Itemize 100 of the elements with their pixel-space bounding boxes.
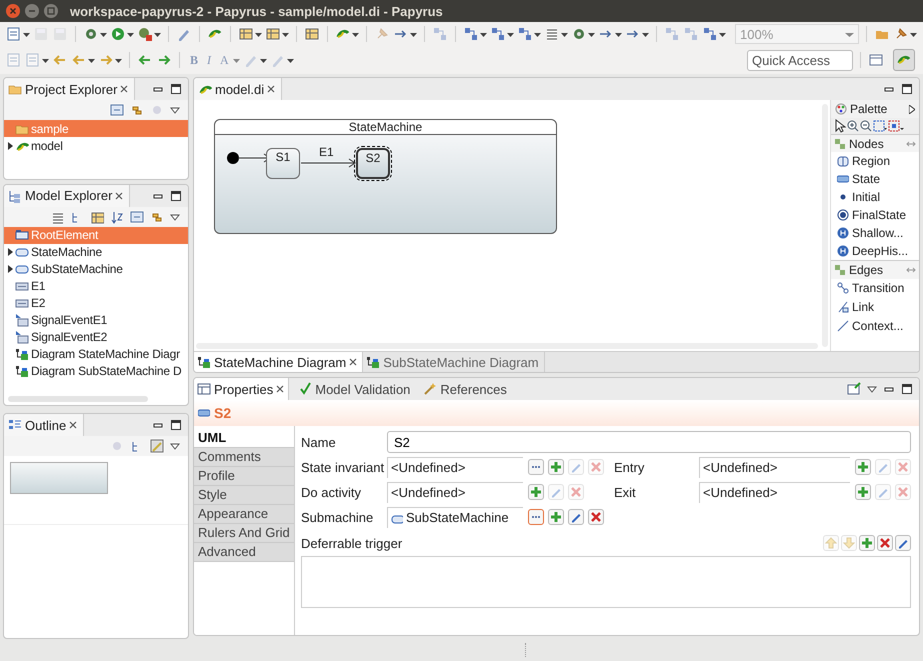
close-icon[interactable] [115,192,124,200]
collapse-icon[interactable] [130,210,144,224]
name-field[interactable]: S2 [387,431,911,453]
table-icon[interactable] [304,26,320,42]
palette-drawer[interactable]: Edges [831,261,919,279]
zoom-out-icon[interactable] [860,120,872,132]
section-tab[interactable]: Appearance [194,505,294,524]
tree-item[interactable]: SignalEventE1 [4,312,188,329]
tree-item[interactable]: model [4,137,188,154]
value-field[interactable]: SubStateMachine [387,506,523,528]
close-icon[interactable] [69,421,78,430]
menu-icon[interactable] [170,212,180,222]
delete-button[interactable] [877,535,893,551]
marquee-icon[interactable] [873,120,887,132]
plus-button[interactable] [855,484,871,500]
plus-button[interactable] [548,459,564,475]
tree-item[interactable]: Diagram SubStateMachine D [4,362,188,380]
close-icon[interactable] [6,4,20,18]
pin-view-icon[interactable] [847,382,861,396]
state-node[interactable]: S2 [356,148,390,179]
value-field[interactable]: <Undefined> [387,456,523,478]
plus-button[interactable] [528,484,544,500]
perspective-button[interactable] [893,49,915,71]
view-tab[interactable]: Project Explorer [4,78,136,100]
layout-icon[interactable] [490,26,506,42]
maximize-icon[interactable] [170,83,182,95]
sort-icon[interactable] [110,210,124,224]
run-icon[interactable] [110,26,126,42]
tree-item[interactable]: E1 [4,278,188,295]
palette-item[interactable]: DeepHis... [831,242,919,260]
section-tab[interactable]: Profile [194,467,294,486]
value-field[interactable]: <Undefined> [699,456,850,478]
maximize-icon[interactable] [901,83,913,95]
quick-access-field[interactable]: Quick Access [747,50,853,70]
close-icon[interactable] [267,85,276,93]
properties-tab[interactable]: Properties [194,378,290,400]
value-field[interactable]: <Undefined> [699,482,850,502]
table-icon[interactable] [238,26,254,42]
palette-item[interactable]: State [831,170,919,188]
gear-icon[interactable] [83,26,99,42]
section-tab[interactable]: Comments [194,448,294,467]
resize-handle[interactable] [525,643,528,657]
editor-tab[interactable]: model.di [194,78,282,100]
state-node[interactable]: S1 [266,148,300,179]
table-icon[interactable] [90,210,104,224]
properties-tab[interactable]: References [420,378,511,400]
palette-item[interactable]: Initial [831,188,919,206]
expand-arrow-icon[interactable] [909,104,915,114]
scrollbar[interactable] [8,396,148,402]
menu-icon[interactable] [170,105,180,115]
maximize-icon[interactable] [901,383,913,395]
tree-item[interactable]: SignalEventE2 [4,328,188,346]
section-tab[interactable]: Style [194,486,294,505]
maximize-icon[interactable] [170,419,182,432]
palette-item[interactable]: FinalState [831,206,919,224]
debug-icon[interactable] [137,26,153,42]
palette-item[interactable]: Shallow... [831,224,919,242]
palette-item[interactable]: Transition [831,279,919,298]
close-icon[interactable] [276,385,284,393]
plus-button[interactable] [548,509,564,525]
pencil-button[interactable] [568,509,584,525]
tree-item[interactable]: StateMachine [4,244,188,261]
tree-item[interactable]: Diagram StateMachine Diagr [4,346,188,363]
palette-item[interactable]: Link [831,298,919,316]
section-tab[interactable]: Advanced [194,543,294,562]
value-field[interactable]: <Undefined> [387,482,523,502]
table-icon[interactable] [265,26,281,42]
marquee-icon[interactable] [888,120,904,132]
document-icon[interactable] [6,26,22,42]
gear-icon[interactable] [571,26,587,42]
menu-icon[interactable] [867,384,877,394]
close-icon[interactable] [120,85,128,93]
diagram-tab[interactable]: StateMachine Diagram [194,352,364,372]
palette-item[interactable]: Region [831,152,919,170]
pointer-icon[interactable] [834,119,846,133]
palette-drawer[interactable]: Nodes [831,135,919,152]
maximize-icon[interactable] [170,190,182,202]
properties-tab[interactable]: Model Validation [295,378,414,400]
pencil-button[interactable] [895,535,911,551]
palette-item[interactable]: Context... [831,316,919,336]
view-tab[interactable]: Model Explorer [4,184,130,207]
delete-button[interactable] [588,509,604,525]
collapse-icon[interactable] [110,103,124,117]
close-icon[interactable] [349,358,358,366]
plus-button[interactable] [855,459,871,475]
section-tab[interactable]: Rulers And Grid [194,524,294,543]
layout-icon[interactable] [517,26,533,42]
perspective-icon[interactable] [868,52,884,68]
more-button[interactable] [528,509,544,525]
plus-button[interactable] [859,535,875,551]
diagram-tab[interactable]: SubStateMachine Diagram [363,352,545,372]
expand-arrow-icon[interactable] [8,142,12,150]
layout-icon[interactable] [702,26,718,42]
more-button[interactable] [528,459,544,475]
layout-icon[interactable] [463,26,479,42]
thumbnail-icon[interactable] [150,439,164,454]
zoom-in-icon[interactable] [847,120,859,132]
tree-item[interactable]: E2 [4,294,188,312]
view-tab[interactable]: Outline [4,414,84,436]
menu-icon[interactable] [170,441,180,452]
